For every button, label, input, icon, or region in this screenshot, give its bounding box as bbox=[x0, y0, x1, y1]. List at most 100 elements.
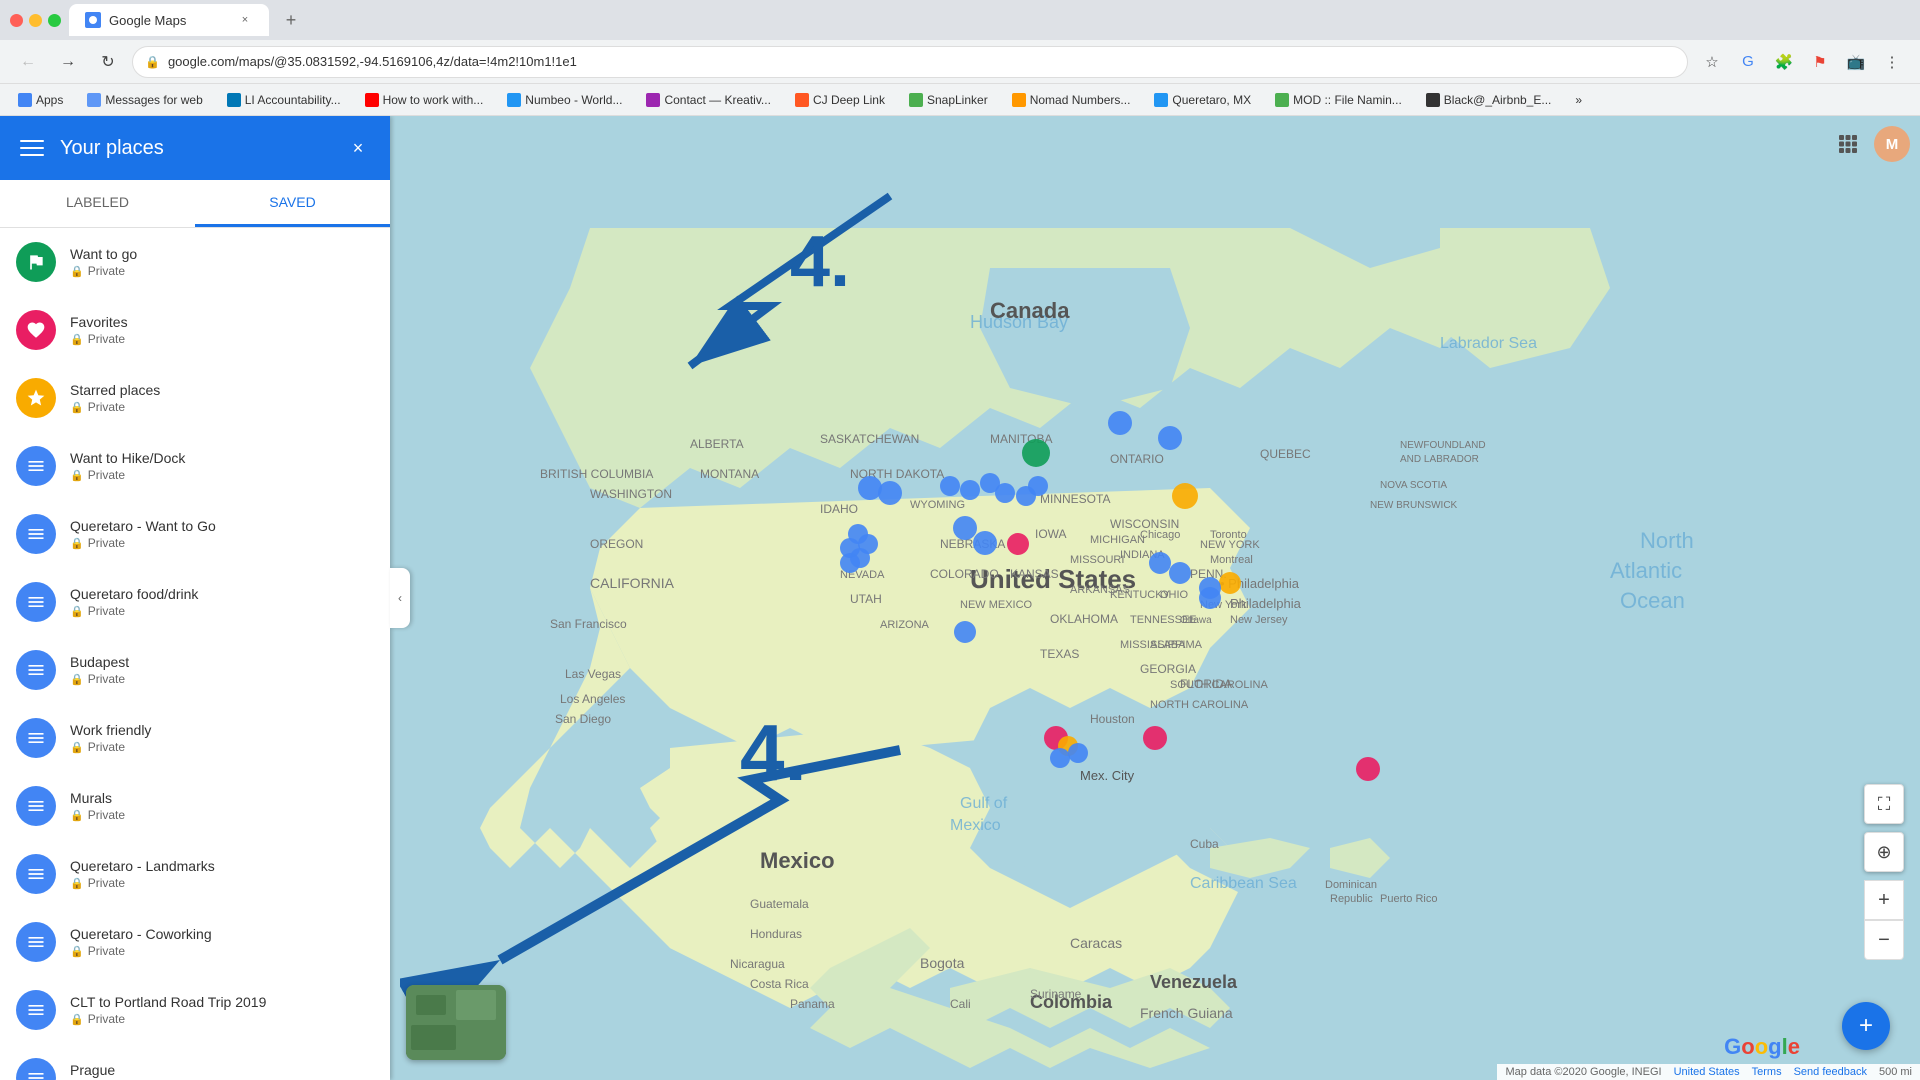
work-friendly-icon bbox=[16, 718, 56, 758]
map-zoom-controls: ⛶ ⊕ + − bbox=[1864, 784, 1904, 960]
google-apps-grid-btn[interactable] bbox=[1830, 126, 1866, 162]
svg-text:Bogota: Bogota bbox=[920, 955, 965, 971]
bookmark-messages[interactable]: Messages for web bbox=[81, 91, 208, 109]
svg-text:NEW YORK: NEW YORK bbox=[1200, 539, 1260, 551]
lock-icon: 🔒 bbox=[70, 537, 84, 550]
bookmark-mod-label: MOD :: File Namin... bbox=[1293, 93, 1402, 107]
tab-close-btn[interactable]: × bbox=[237, 12, 253, 28]
chrome-flag-icon[interactable]: ⚑ bbox=[1804, 46, 1836, 78]
list-item-want-to-go[interactable]: Want to go 🔒 Private ⋮ bbox=[0, 228, 390, 296]
list-item-prague[interactable]: Prague 🔒 Private ⋮ bbox=[0, 1044, 390, 1080]
collapse-sidebar-btn[interactable]: ‹ bbox=[390, 568, 410, 628]
bookmark-numbeo[interactable]: Numbeo - World... bbox=[501, 91, 628, 109]
list-item-murals[interactable]: Murals 🔒 Private ⋮ bbox=[0, 772, 390, 840]
map-attribution: Map data ©2020 Google, INEGI United Stat… bbox=[1497, 1064, 1920, 1080]
tab-saved[interactable]: SAVED bbox=[195, 180, 390, 227]
satellite-toggle-btn[interactable]: Satellite bbox=[406, 985, 506, 1060]
svg-text:BRITISH COLUMBIA: BRITISH COLUMBIA bbox=[540, 467, 653, 481]
map-top-right: M bbox=[1830, 126, 1910, 162]
lock-icon: 🔒 bbox=[70, 673, 84, 686]
close-window-btn[interactable] bbox=[10, 14, 23, 27]
feedback-link[interactable]: Send feedback bbox=[1794, 1066, 1867, 1078]
list-item-queretaro-wtg[interactable]: Queretaro - Want to Go 🔒 Private ⋮ bbox=[0, 500, 390, 568]
list-item-budapest[interactable]: Budapest 🔒 Private ⋮ bbox=[0, 636, 390, 704]
svg-text:IOWA: IOWA bbox=[1035, 527, 1067, 541]
united-states-link[interactable]: United States bbox=[1674, 1066, 1740, 1078]
map-area[interactable]: North Atlantic Ocean Gulf of Mexico Cari… bbox=[390, 116, 1920, 1080]
svg-text:Canada: Canada bbox=[990, 298, 1070, 323]
google-o1: o bbox=[1741, 1034, 1754, 1059]
bookmark-adobe[interactable]: How to work with... bbox=[359, 91, 490, 109]
list-item-queretaro-landmarks[interactable]: Queretaro - Landmarks 🔒 Private ⋮ bbox=[0, 840, 390, 908]
lock-icon: 🔒 bbox=[70, 265, 84, 278]
list-item-queretaro-food[interactable]: Queretaro food/drink 🔒 Private ⋮ bbox=[0, 568, 390, 636]
add-list-fab[interactable]: + bbox=[1842, 1002, 1890, 1050]
bookmark-snap[interactable]: SnapLinker bbox=[903, 91, 994, 109]
list-item-work-friendly[interactable]: Work friendly 🔒 Private ⋮ bbox=[0, 704, 390, 772]
bookmarks-star-icon[interactable]: ☆ bbox=[1696, 46, 1728, 78]
queretaro-coworking-name: Queretaro - Coworking bbox=[70, 926, 328, 942]
list-item-clt-portland[interactable]: CLT to Portland Road Trip 2019 🔒 Private… bbox=[0, 976, 390, 1044]
svg-text:WYOMING: WYOMING bbox=[910, 499, 965, 511]
list-item-favorites[interactable]: Favorites 🔒 Private ⋮ bbox=[0, 296, 390, 364]
back-btn[interactable]: ← bbox=[12, 46, 44, 78]
bookmark-queretaro[interactable]: Queretaro, MX bbox=[1148, 91, 1257, 109]
compass-btn[interactable]: ⊕ bbox=[1864, 832, 1904, 872]
more-options-icon[interactable]: ⋮ bbox=[1876, 46, 1908, 78]
svg-text:Venezuela: Venezuela bbox=[1150, 972, 1238, 992]
bookmark-cj[interactable]: CJ Deep Link bbox=[789, 91, 891, 109]
forward-btn[interactable]: → bbox=[52, 46, 84, 78]
fullscreen-btn[interactable]: ⛶ bbox=[1864, 784, 1904, 824]
favorites-name: Favorites bbox=[70, 314, 328, 330]
bookmark-more[interactable]: » bbox=[1569, 91, 1588, 109]
bookmark-li[interactable]: LI Accountability... bbox=[221, 91, 347, 109]
address-text: google.com/maps/@35.0831592,-94.5169106,… bbox=[168, 54, 577, 69]
refresh-btn[interactable]: ↻ bbox=[92, 46, 124, 78]
google-account-icon[interactable]: G bbox=[1732, 46, 1764, 78]
extensions-puzzle-icon[interactable]: 🧩 bbox=[1768, 46, 1800, 78]
browser-tab[interactable]: Google Maps × bbox=[69, 4, 269, 36]
queretaro-coworking-icon bbox=[16, 922, 56, 962]
hamburger-menu-btn[interactable] bbox=[16, 132, 48, 164]
bookmark-apps[interactable]: Apps bbox=[12, 91, 69, 109]
maximize-window-btn[interactable] bbox=[48, 14, 61, 27]
screencast-icon[interactable]: 📺 bbox=[1840, 46, 1872, 78]
list-item-hike[interactable]: Want to Hike/Dock 🔒 Private ⋮ bbox=[0, 432, 390, 500]
address-bar[interactable]: 🔒 google.com/maps/@35.0831592,-94.516910… bbox=[132, 46, 1688, 78]
zoom-out-btn[interactable]: − bbox=[1864, 920, 1904, 960]
queretaro-landmarks-privacy: 🔒 Private bbox=[70, 876, 328, 890]
tab-favicon bbox=[85, 12, 101, 28]
queretaro-food-name: Queretaro food/drink bbox=[70, 586, 328, 602]
bookmark-more-label: » bbox=[1575, 93, 1582, 107]
svg-text:Mex. City: Mex. City bbox=[1080, 768, 1135, 783]
queretaro-food-privacy: 🔒 Private bbox=[70, 604, 328, 618]
new-tab-btn[interactable]: + bbox=[277, 6, 305, 34]
bookmark-cj-favicon bbox=[795, 93, 809, 107]
bookmark-numbeo-favicon bbox=[507, 93, 521, 107]
lock-icon: 🔒 bbox=[70, 945, 84, 958]
bookmark-contact[interactable]: Contact — Kreativ... bbox=[640, 91, 776, 109]
svg-text:COLORADO: COLORADO bbox=[930, 567, 999, 581]
zoom-in-btn[interactable]: + bbox=[1864, 880, 1904, 920]
bookmark-mod[interactable]: MOD :: File Namin... bbox=[1269, 91, 1408, 109]
bookmarks-bar: Apps Messages for web LI Accountability.… bbox=[0, 84, 1920, 116]
minimize-window-btn[interactable] bbox=[29, 14, 42, 27]
sidebar-close-btn[interactable]: × bbox=[342, 132, 374, 164]
svg-text:ONTARIO: ONTARIO bbox=[1110, 452, 1164, 466]
queretaro-landmarks-name: Queretaro - Landmarks bbox=[70, 858, 328, 874]
user-avatar[interactable]: M bbox=[1874, 126, 1910, 162]
bookmark-snap-favicon bbox=[909, 93, 923, 107]
bookmark-black[interactable]: Black@_Airbnb_E... bbox=[1420, 91, 1558, 109]
svg-text:MINNESOTA: MINNESOTA bbox=[1040, 492, 1110, 506]
list-item-queretaro-coworking[interactable]: Queretaro - Coworking 🔒 Private ⋮ bbox=[0, 908, 390, 976]
bookmark-nomad-label: Nomad Numbers... bbox=[1030, 93, 1131, 107]
bookmark-nomad[interactable]: Nomad Numbers... bbox=[1006, 91, 1137, 109]
tab-labeled[interactable]: LABELED bbox=[0, 180, 195, 227]
terms-link[interactable]: Terms bbox=[1752, 1066, 1782, 1078]
sidebar-tabs: LABELED SAVED bbox=[0, 180, 390, 228]
svg-text:Honduras: Honduras bbox=[750, 927, 802, 941]
lock-icon: 🔒 bbox=[70, 469, 84, 482]
google-g: G bbox=[1724, 1034, 1741, 1059]
list-item-starred[interactable]: Starred places 🔒 Private ⋮ bbox=[0, 364, 390, 432]
sidebar-list: Want to go 🔒 Private ⋮ Favorites bbox=[0, 228, 390, 1080]
